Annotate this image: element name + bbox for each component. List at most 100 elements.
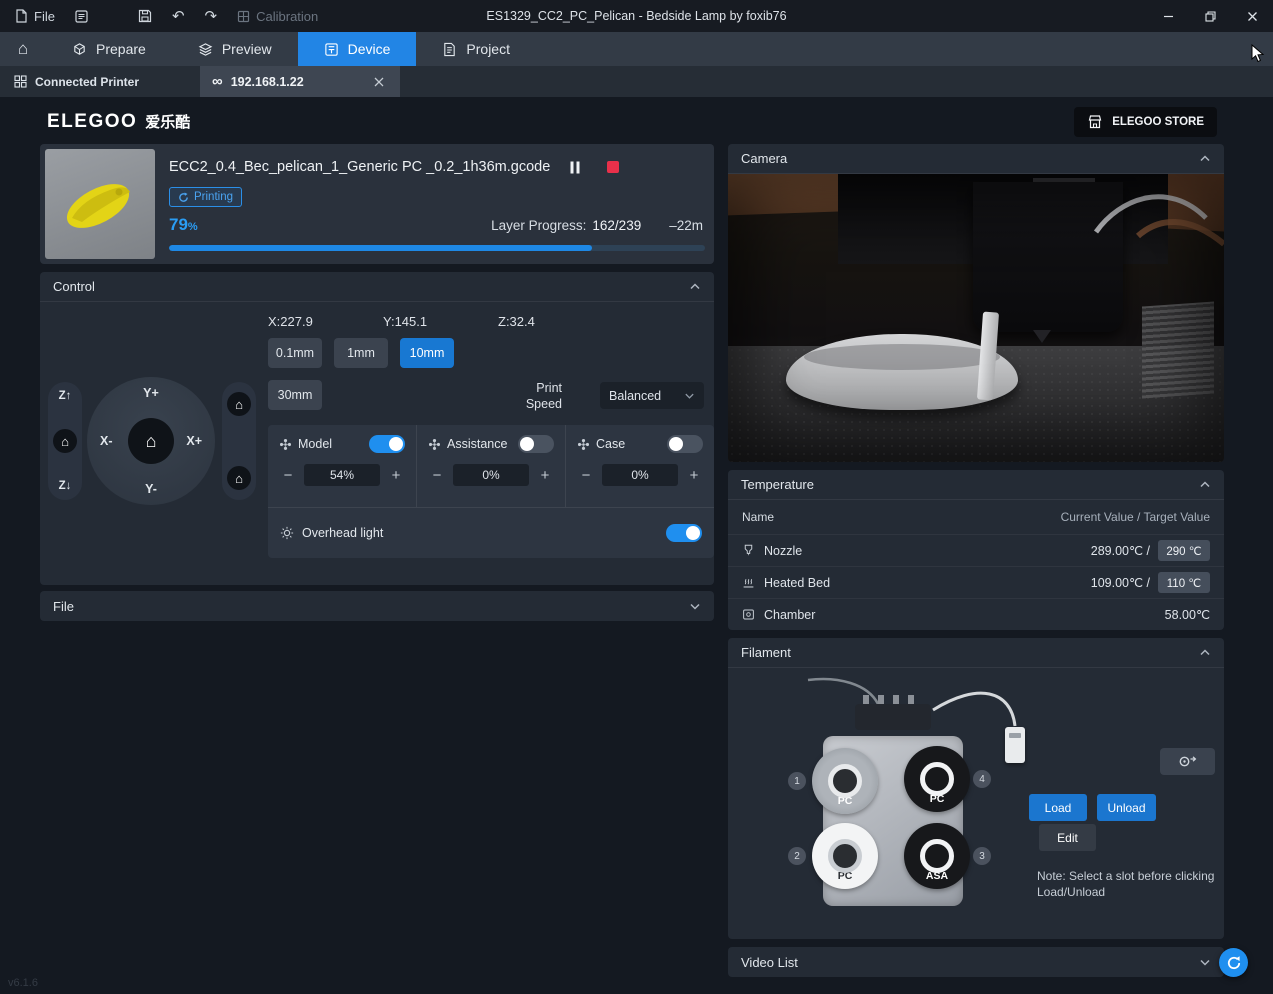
- assistance-fan-value: 0%: [453, 464, 529, 486]
- bed-target-temp[interactable]: 110 ℃: [1158, 572, 1210, 593]
- z-down-button[interactable]: Z↓: [59, 480, 72, 492]
- window-controls: [1147, 0, 1273, 32]
- model-fan-toggle[interactable]: [369, 435, 405, 453]
- load-button[interactable]: Load: [1029, 794, 1087, 821]
- tab-preview[interactable]: Preview: [172, 32, 298, 66]
- close-button[interactable]: [1231, 0, 1273, 32]
- model-fan-minus-button[interactable]: −: [279, 466, 297, 484]
- print-speed-dropdown[interactable]: Balanced: [600, 382, 704, 409]
- save-button[interactable]: [129, 3, 161, 29]
- camera-panel-header[interactable]: Camera: [728, 144, 1224, 174]
- control-panel-header[interactable]: Control: [40, 272, 714, 302]
- job-info: ECC2_0.4_Bec_pelican_1_Generic PC _0.2_1…: [155, 149, 709, 259]
- filament-slot-4[interactable]: PC: [904, 746, 970, 812]
- temperature-panel: Temperature Name Current Value / Target …: [728, 470, 1224, 630]
- model-fan-label: Model: [298, 437, 332, 451]
- z-jog-bar: Z↑ ⌂ Z↓: [48, 382, 82, 500]
- chevron-down-icon: [1199, 956, 1211, 968]
- tab-prepare[interactable]: Prepare: [46, 32, 172, 66]
- file-menu[interactable]: File: [6, 3, 64, 29]
- menu-button[interactable]: [66, 3, 97, 29]
- slot-number-1[interactable]: 1: [788, 772, 806, 790]
- assistance-fan-plus-button[interactable]: +: [536, 466, 554, 484]
- position-readout: X:227.9 Y:145.1 Z:32.4: [268, 314, 613, 329]
- minimize-button[interactable]: [1147, 0, 1189, 32]
- model-fan-value: 54%: [304, 464, 380, 486]
- step-size-group: 0.1mm 1mm 10mm: [268, 338, 454, 368]
- home-xy-button[interactable]: ⌂: [128, 418, 174, 464]
- slot-number-4[interactable]: 4: [973, 770, 991, 788]
- filament-change-button[interactable]: [1160, 748, 1215, 775]
- refresh-button[interactable]: [1219, 948, 1248, 977]
- home-tab[interactable]: ⌂: [0, 32, 46, 66]
- connected-printer-label: Connected Printer: [0, 66, 200, 97]
- restore-button[interactable]: [1189, 0, 1231, 32]
- y-plus-button[interactable]: Y+: [143, 386, 159, 400]
- temperature-columns: Name Current Value / Target Value: [728, 500, 1224, 534]
- x-plus-button[interactable]: X+: [186, 434, 202, 448]
- print-progress-bar: [169, 245, 705, 251]
- tab-device[interactable]: Device: [298, 32, 417, 66]
- step-10mm-button[interactable]: 10mm: [400, 338, 454, 368]
- home-bed-button[interactable]: ⌂: [227, 466, 251, 490]
- step-30mm-button[interactable]: 30mm: [268, 380, 322, 410]
- preview-icon: [198, 42, 213, 57]
- home-z-button[interactable]: ⌂: [53, 429, 77, 453]
- model-fan-plus-button[interactable]: +: [387, 466, 405, 484]
- case-fan-toggle[interactable]: [667, 435, 703, 453]
- video-list-header[interactable]: Video List: [728, 947, 1224, 977]
- save-icon: [138, 9, 152, 23]
- assistance-fan-toggle[interactable]: [518, 435, 554, 453]
- elegoo-store-button[interactable]: ELEGOO STORE: [1074, 107, 1217, 137]
- chevron-up-icon: [1199, 647, 1211, 659]
- edit-button[interactable]: Edit: [1039, 824, 1096, 851]
- overhead-light-toggle[interactable]: [666, 524, 702, 542]
- home-icon: ⌂: [146, 431, 157, 452]
- undo-button[interactable]: ↶: [163, 3, 194, 29]
- home-jog-bar: ⌂ ⌂: [222, 382, 256, 500]
- device-page: ELEGOO 爱乐酷 ELEGOO STORE: [0, 97, 1273, 994]
- filament-slot-1[interactable]: PC: [812, 748, 878, 814]
- titlebar: ES1329_CC2_PC_Pelican - Bedside Lamp by …: [0, 0, 1273, 32]
- chamber-icon: [742, 608, 755, 621]
- chamber-current-temp: 58.00℃: [1165, 607, 1210, 622]
- step-0.1mm-button[interactable]: 0.1mm: [268, 338, 322, 368]
- file-menu-label: File: [34, 9, 55, 24]
- bed-temp-row: Heated Bed 109.00℃ / 110 ℃: [728, 566, 1224, 598]
- coord-x: X:227.9: [268, 314, 383, 329]
- filament-buffer: [1005, 727, 1025, 763]
- store-icon: [1087, 115, 1103, 129]
- tab-project[interactable]: Project: [416, 32, 536, 66]
- tab-preview-label: Preview: [222, 41, 272, 57]
- bed-current-temp: 109.00℃ /: [1091, 575, 1150, 590]
- printer-tab-close-button[interactable]: [370, 73, 388, 91]
- filament-panel-header[interactable]: Filament: [728, 638, 1224, 668]
- z-up-button[interactable]: Z↑: [59, 390, 72, 402]
- assistance-fan-minus-button[interactable]: −: [428, 466, 446, 484]
- file-panel-header[interactable]: File: [40, 591, 714, 621]
- stop-button[interactable]: [600, 155, 626, 179]
- redo-button[interactable]: ↷: [196, 3, 227, 29]
- home-icon: ⌂: [235, 397, 243, 412]
- slot-number-3[interactable]: 3: [973, 847, 991, 865]
- case-fan-plus-button[interactable]: +: [685, 466, 703, 484]
- slot-number-2[interactable]: 2: [788, 847, 806, 865]
- print-progress-fill: [169, 245, 592, 251]
- temperature-panel-header[interactable]: Temperature: [728, 470, 1224, 500]
- case-fan-minus-button[interactable]: −: [577, 466, 595, 484]
- pause-button[interactable]: [562, 155, 588, 179]
- y-minus-button[interactable]: Y-: [145, 482, 157, 496]
- filament-slot-2[interactable]: PC: [812, 823, 878, 889]
- elegoo-slicer-window: ES1329_CC2_PC_Pelican - Bedside Lamp by …: [0, 0, 1273, 994]
- filament-slot-3[interactable]: ASA: [904, 823, 970, 889]
- home-all-button[interactable]: ⌂: [227, 392, 251, 416]
- camera-panel: Camera: [728, 144, 1224, 462]
- calibration-button[interactable]: Calibration: [228, 3, 327, 29]
- x-minus-button[interactable]: X-: [100, 434, 113, 448]
- home-icon: ⌂: [18, 39, 28, 59]
- printer-tab[interactable]: ∞ 192.168.1.22: [200, 66, 400, 97]
- nozzle-target-temp[interactable]: 290 ℃: [1158, 540, 1210, 561]
- step-1mm-button[interactable]: 1mm: [334, 338, 388, 368]
- case-fan-value: 0%: [602, 464, 678, 486]
- unload-button[interactable]: Unload: [1097, 794, 1156, 821]
